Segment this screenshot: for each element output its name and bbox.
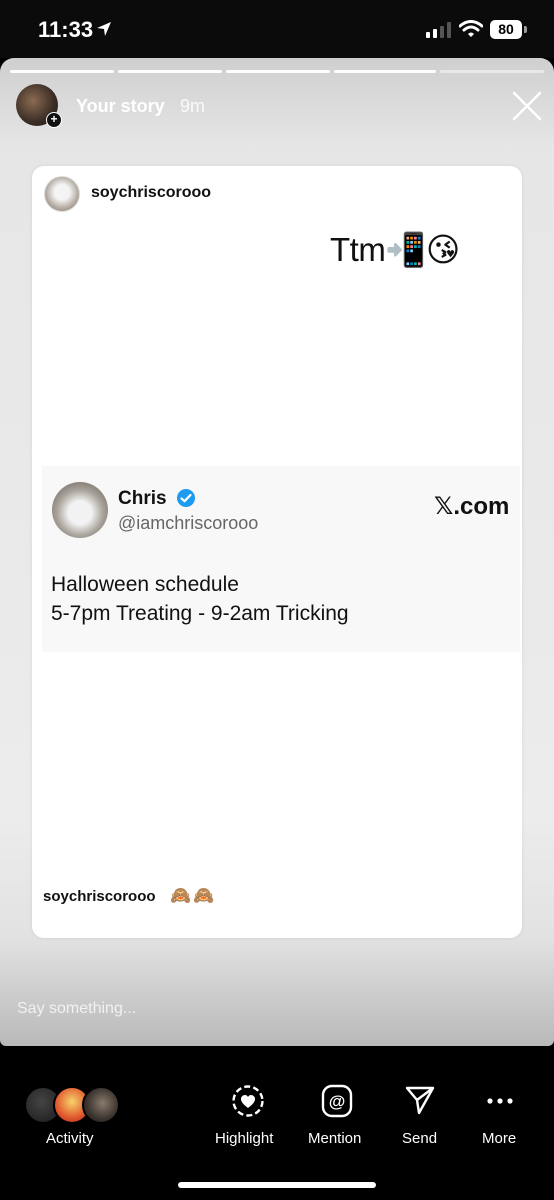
more-dots-icon bbox=[487, 1098, 513, 1104]
tweet-avatar bbox=[52, 482, 108, 538]
heart-circle-icon bbox=[232, 1085, 264, 1117]
embedded-tweet: Chris @iamchriscorooo 𝕏.com Halloween sc… bbox=[42, 466, 520, 652]
caption-emoji: 🙈 bbox=[170, 886, 192, 905]
at-icon: @ bbox=[321, 1084, 353, 1118]
mention-label: Mention bbox=[308, 1130, 362, 1147]
tweet-text-line: 5-7pm Treating - 9-2am Tricking bbox=[51, 602, 349, 625]
tweet-text-line: Halloween schedule bbox=[51, 573, 239, 596]
story-viewer[interactable]: + Your story 9m soychriscorooo Ttm📲😘 Chr… bbox=[0, 58, 554, 1046]
shared-post-card[interactable]: soychriscorooo Ttm📲😘 Chris @iamchriscoro… bbox=[32, 166, 522, 938]
story-progress-segment bbox=[118, 70, 222, 73]
tweet-author-name: Chris bbox=[118, 488, 167, 509]
verified-badge-icon bbox=[177, 489, 195, 507]
battery-tip bbox=[524, 26, 527, 33]
highlight-label: Highlight bbox=[215, 1130, 274, 1147]
post-author-username[interactable]: soychriscorooo bbox=[91, 184, 211, 202]
status-bar: 11:33 80 bbox=[0, 0, 554, 58]
tweet-handle: @iamchriscorooo bbox=[118, 513, 259, 533]
story-progress-segment bbox=[10, 70, 114, 73]
bottom-action-bar: Activity Highlight @ Mention Send More bbox=[0, 1046, 554, 1200]
post-author-avatar[interactable] bbox=[44, 176, 80, 212]
story-time: 9m bbox=[180, 96, 206, 116]
caption-emoji: 🙈 bbox=[193, 886, 215, 905]
x-logo: 𝕏.com bbox=[434, 493, 510, 520]
post-text: Ttm📲😘 bbox=[330, 231, 460, 268]
home-indicator[interactable] bbox=[178, 1182, 376, 1188]
battery-indicator: 80 bbox=[490, 20, 522, 39]
caption-username[interactable]: soychriscorooo bbox=[43, 888, 156, 905]
story-progress-segment bbox=[226, 70, 330, 73]
cellular-signal-icon bbox=[426, 22, 451, 38]
reply-input[interactable]: Say something... bbox=[17, 1000, 136, 1018]
paper-plane-icon bbox=[405, 1086, 435, 1115]
more-label: More bbox=[482, 1130, 517, 1147]
viewer-avatar bbox=[82, 1086, 120, 1124]
status-time: 11:33 bbox=[38, 17, 94, 42]
story-progress-segment bbox=[334, 70, 436, 73]
story-progress-segment bbox=[440, 70, 544, 73]
location-arrow-icon bbox=[97, 22, 111, 36]
send-label: Send bbox=[402, 1130, 438, 1147]
story-username[interactable]: Your story bbox=[76, 96, 165, 117]
svg-text:@: @ bbox=[329, 1092, 346, 1111]
post-emojis: 📲😘 bbox=[385, 231, 460, 268]
wifi-icon bbox=[459, 20, 483, 37]
close-icon[interactable] bbox=[512, 91, 542, 121]
activity-label: Activity bbox=[46, 1130, 94, 1147]
add-story-icon[interactable]: + bbox=[46, 112, 62, 128]
